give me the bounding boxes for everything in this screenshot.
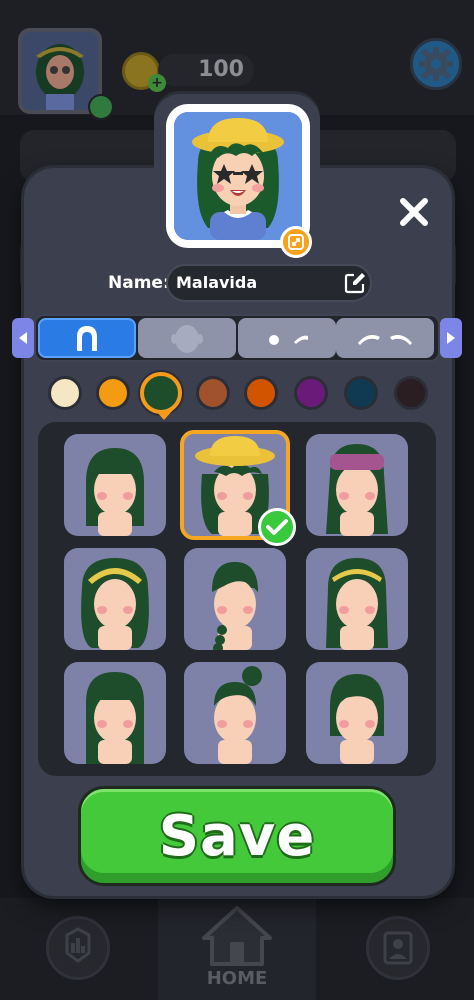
hair-style-option[interactable] — [306, 434, 408, 536]
coin-balance: 100 — [158, 54, 254, 86]
category-prev-button[interactable] — [12, 318, 34, 358]
selected-color-pointer — [155, 410, 173, 420]
eyebrows-icon — [358, 335, 412, 345]
hair-style-preview — [326, 444, 388, 536]
hair-style-preview — [212, 562, 258, 650]
hair-style-preview — [86, 672, 144, 764]
name-input[interactable]: Malavida — [166, 264, 372, 302]
color-swatch[interactable] — [196, 376, 230, 410]
hair-style-option[interactable] — [64, 434, 166, 536]
nav-leaderboard-icon[interactable] — [46, 916, 110, 980]
hair-style-option[interactable] — [184, 548, 286, 650]
close-button[interactable] — [394, 192, 434, 232]
arrow-left-icon — [19, 332, 27, 344]
color-swatch[interactable] — [96, 376, 130, 410]
settings-gear-icon[interactable] — [410, 38, 462, 90]
hair-style-option[interactable] — [64, 548, 166, 650]
save-button-label: Save — [158, 803, 316, 869]
profile-edit-icon[interactable] — [88, 94, 114, 120]
edit-name-icon[interactable] — [344, 272, 366, 294]
hair-style-preview — [330, 674, 384, 764]
color-swatch[interactable] — [140, 372, 182, 414]
add-coins-icon[interactable]: + — [148, 74, 166, 92]
category-next-button[interactable] — [440, 318, 462, 358]
close-icon — [400, 198, 428, 226]
hair-style-preview — [326, 558, 388, 650]
color-swatch[interactable] — [394, 376, 428, 410]
tab-eyebrows[interactable] — [336, 318, 434, 358]
hair-icon — [77, 326, 97, 351]
hair-style-preview — [214, 666, 262, 764]
resize-avatar-icon[interactable] — [280, 226, 312, 258]
color-swatch[interactable] — [294, 376, 328, 410]
hair-style-preview — [81, 558, 149, 650]
tab-hair[interactable] — [38, 318, 136, 358]
tab-eyes[interactable] — [238, 318, 336, 358]
selected-check-icon — [258, 508, 296, 546]
home-icon — [200, 904, 274, 966]
nav-profile-icon[interactable] — [366, 916, 430, 980]
hair-style-option[interactable] — [184, 662, 286, 764]
nav-home-label: HOME — [206, 968, 268, 989]
hair-style-option[interactable] — [64, 662, 166, 764]
avatar-preview — [166, 104, 310, 248]
hair-style-preview — [86, 448, 144, 536]
eyes-icon — [269, 335, 308, 345]
arrow-right-icon — [447, 332, 455, 344]
name-label: Name: — [108, 273, 170, 293]
hair-style-option[interactable] — [306, 662, 408, 764]
color-swatch[interactable] — [344, 376, 378, 410]
hair-style-option[interactable] — [306, 548, 408, 650]
face-shape-icon — [171, 325, 203, 353]
save-button[interactable]: Save — [78, 786, 396, 886]
tab-face-shape[interactable] — [138, 318, 236, 358]
color-swatch[interactable] — [244, 376, 278, 410]
color-swatch[interactable] — [48, 376, 82, 410]
